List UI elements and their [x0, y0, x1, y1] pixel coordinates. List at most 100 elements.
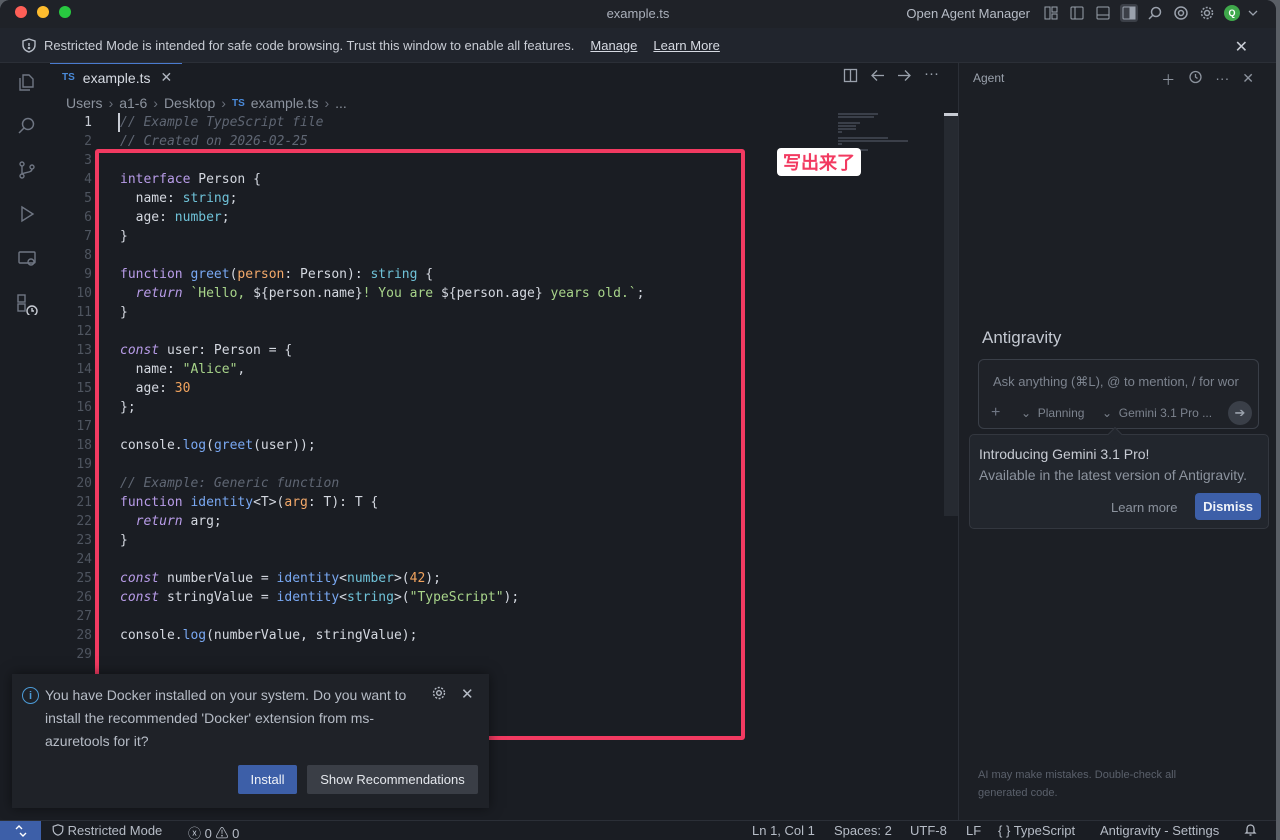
- plus-icon[interactable]: ＋: [1161, 70, 1175, 90]
- app-window: example.ts Open Agent Manager Q Restrict…: [0, 0, 1276, 840]
- search-icon[interactable]: [1146, 4, 1164, 22]
- line-number: 20: [76, 476, 92, 491]
- line-number: 29: [76, 647, 92, 662]
- restricted-mode-banner: Restricted Mode is intended for safe cod…: [0, 28, 1276, 63]
- breadcrumb-item[interactable]: Desktop: [164, 95, 215, 111]
- cursor-position[interactable]: Ln 1, Col 1: [752, 823, 815, 838]
- gear-icon[interactable]: [1198, 4, 1216, 22]
- more-actions-icon[interactable]: ···: [1215, 70, 1229, 90]
- settings-status[interactable]: Antigravity - Settings: [1100, 823, 1219, 838]
- editor-tab-bar: TS example.ts ✕ ···: [50, 63, 945, 91]
- indentation-status[interactable]: Spaces: 2: [834, 823, 892, 838]
- layout-grid-icon[interactable]: [1042, 4, 1060, 22]
- more-actions-icon[interactable]: ···: [924, 66, 939, 86]
- line-number: 26: [76, 590, 92, 605]
- show-recommendations-button[interactable]: Show Recommendations: [307, 765, 478, 794]
- close-tab-icon[interactable]: ✕: [160, 69, 172, 86]
- toggle-panel-icon[interactable]: [1094, 4, 1112, 22]
- line-number: 6: [84, 210, 92, 225]
- line-number: 21: [76, 495, 92, 510]
- toggle-sidebar-icon[interactable]: [1068, 4, 1086, 22]
- toggle-secondary-sidebar-icon[interactable]: [1120, 4, 1138, 22]
- explorer-icon[interactable]: [16, 71, 38, 93]
- chrome-icon[interactable]: [1172, 4, 1190, 22]
- typescript-file-icon: TS: [231, 97, 245, 109]
- gemini-announcement-popover: Introducing Gemini 3.1 Pro! Available in…: [969, 426, 1269, 529]
- shield-icon: [22, 37, 36, 53]
- close-icon[interactable]: ✕: [1235, 37, 1248, 57]
- problems-status[interactable]: ⓧ 0 ⚠ 0: [188, 823, 239, 840]
- language-label: TypeScript: [1013, 823, 1076, 838]
- notification-message: You have Docker installed on your system…: [45, 687, 407, 749]
- chevron-right-icon: ›: [153, 95, 158, 111]
- breadcrumb-item[interactable]: a1-6: [119, 95, 147, 111]
- line-number: 22: [76, 514, 92, 529]
- line-number: 8: [84, 248, 92, 263]
- extensions-icon[interactable]: [16, 293, 38, 315]
- remote-explorer-icon[interactable]: [16, 247, 38, 269]
- chevron-right-icon: ›: [108, 95, 114, 111]
- mode-dropdown[interactable]: ⌄ Planning: [1021, 406, 1084, 420]
- editor-scrollbar[interactable]: [944, 113, 958, 516]
- chevron-down-icon[interactable]: [1248, 4, 1258, 22]
- model-label: Gemini 3.1 Pro ...: [1118, 406, 1213, 420]
- line-number: 16: [76, 400, 92, 415]
- arrow-left-icon[interactable]: [870, 68, 885, 86]
- search-icon[interactable]: [16, 115, 38, 137]
- line-number: 11: [76, 305, 92, 320]
- line-number: 18: [76, 438, 92, 453]
- line-number: 2: [84, 134, 92, 149]
- gear-icon[interactable]: [432, 686, 446, 703]
- error-icon: ⓧ: [188, 826, 202, 840]
- send-arrow-icon[interactable]: ➔: [1228, 401, 1252, 425]
- typescript-file-icon: TS: [62, 72, 75, 83]
- line-number: 13: [76, 343, 92, 358]
- scrollbar-thumb[interactable]: [944, 113, 958, 116]
- breadcrumb-file[interactable]: example.ts: [251, 95, 319, 111]
- tab-label: example.ts: [82, 69, 151, 86]
- bell-icon[interactable]: [1244, 823, 1257, 839]
- disclaimer-text: AI may make mistakes. Double-check all g…: [978, 769, 1177, 799]
- model-dropdown[interactable]: ⌄ Gemini 3.1 Pro ...: [1102, 406, 1212, 420]
- split-editor-icon[interactable]: [843, 68, 858, 86]
- breadcrumb-more[interactable]: ...: [335, 95, 347, 111]
- plus-icon[interactable]: +: [991, 404, 1000, 422]
- text-cursor: [118, 113, 120, 132]
- manage-link[interactable]: Manage: [590, 38, 637, 53]
- close-icon[interactable]: ✕: [1242, 70, 1254, 90]
- warning-count: 0: [232, 826, 240, 840]
- run-debug-icon[interactable]: [16, 203, 38, 225]
- encoding-status[interactable]: UTF-8: [910, 823, 947, 838]
- annotation-highlight-box: [95, 149, 745, 740]
- arrow-right-icon[interactable]: [897, 68, 912, 86]
- code-line[interactable]: 1 // Example TypeScript file: [50, 113, 830, 132]
- eol-status[interactable]: LF: [966, 823, 981, 838]
- agent-panel: Agent ＋ ··· ✕ Antigravity Ask anything (…: [958, 63, 1276, 820]
- agent-name: Antigravity: [982, 328, 1062, 347]
- tab-example-ts[interactable]: TS example.ts ✕: [50, 63, 182, 91]
- source-control-icon[interactable]: [16, 159, 38, 181]
- line-number: 28: [76, 628, 92, 643]
- open-agent-manager-button[interactable]: Open Agent Manager: [906, 6, 1030, 21]
- line-number: 10: [76, 286, 92, 301]
- dismiss-button[interactable]: Dismiss: [1195, 493, 1261, 520]
- remote-indicator-icon[interactable]: [0, 821, 41, 840]
- panel-title: Agent: [973, 71, 1005, 85]
- restricted-mode-label: Restricted Mode: [67, 823, 163, 838]
- install-button[interactable]: Install: [238, 765, 297, 794]
- agent-prompt-input[interactable]: Ask anything (⌘L), @ to mention, / for w…: [978, 359, 1259, 429]
- history-icon[interactable]: [1188, 70, 1202, 90]
- restricted-mode-status[interactable]: Restricted Mode: [52, 823, 162, 838]
- breadcrumb-item[interactable]: Users: [66, 95, 103, 111]
- popover-title: Introducing Gemini 3.1 Pro!: [979, 446, 1150, 462]
- language-mode[interactable]: { } TypeScript: [998, 823, 1075, 838]
- braces-icon: { }: [998, 823, 1011, 838]
- learn-more-button[interactable]: Learn more: [1111, 500, 1177, 515]
- learn-more-link[interactable]: Learn More: [653, 38, 719, 53]
- avatar[interactable]: Q: [1224, 5, 1240, 21]
- close-icon[interactable]: ✕: [461, 685, 474, 703]
- title-bar: example.ts Open Agent Manager Q: [0, 0, 1276, 28]
- status-bar: Restricted Mode ⓧ 0 ⚠ 0 Ln 1, Col 1 Spac…: [0, 820, 1276, 840]
- info-icon: i: [22, 687, 39, 704]
- line-number: 17: [76, 419, 92, 434]
